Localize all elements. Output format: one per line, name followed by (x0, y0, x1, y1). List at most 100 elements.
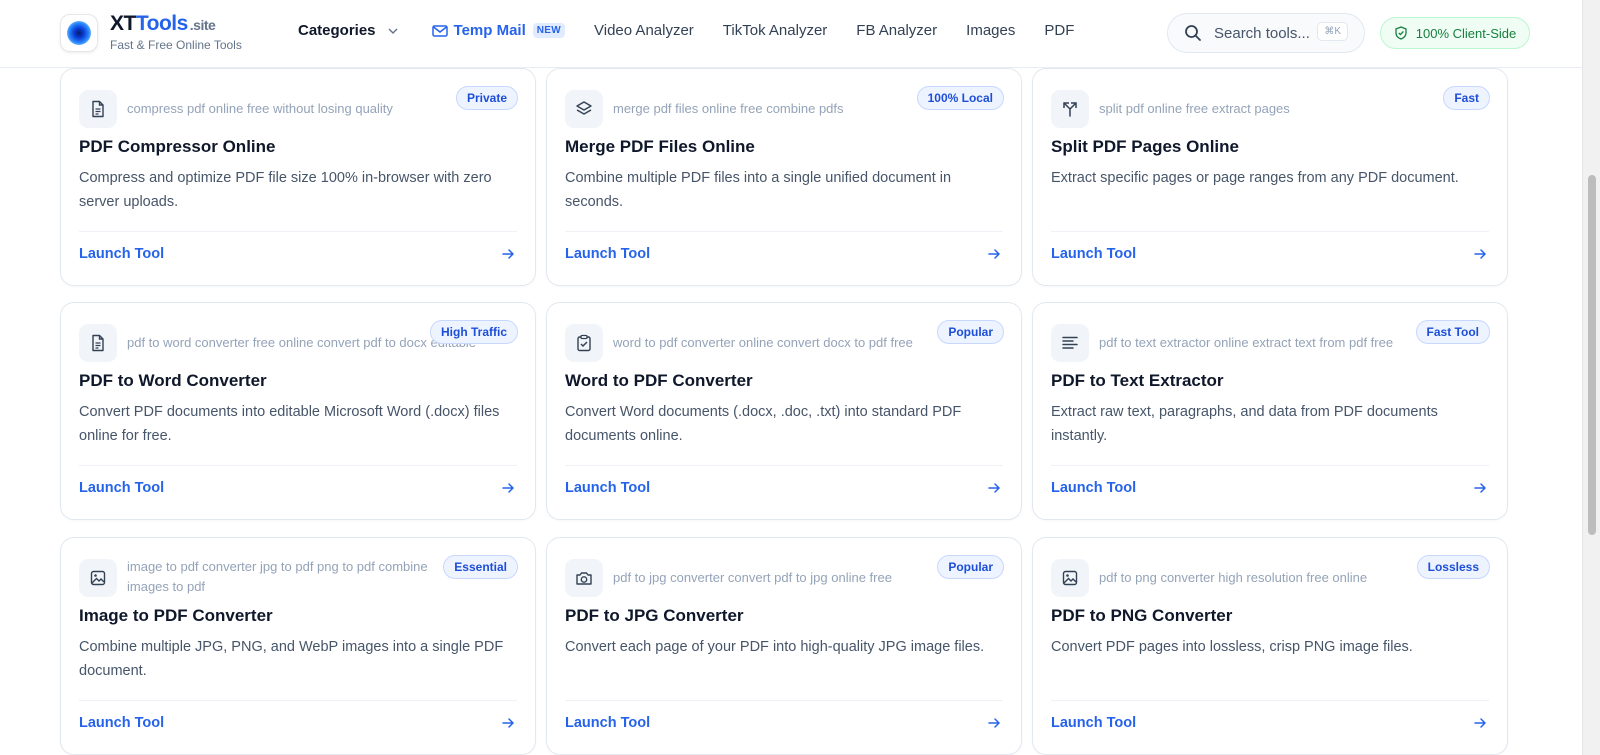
tool-card[interactable]: pdf to word converter free online conver… (60, 302, 536, 520)
nav-fb-analyzer[interactable]: FB Analyzer (856, 22, 937, 39)
card-title: Word to PDF Converter (565, 371, 753, 390)
card-title: Image to PDF Converter (79, 606, 273, 625)
chevron-down-icon (388, 28, 398, 34)
nav-temp-mail-label: Temp Mail (453, 22, 526, 39)
document-icon (79, 324, 117, 362)
arrow-right-icon[interactable] (987, 716, 1001, 730)
arrow-right-icon[interactable] (501, 481, 515, 495)
tool-card[interactable]: word to pdf converter online convert doc… (546, 302, 1022, 520)
arrow-right-icon[interactable] (1473, 247, 1487, 261)
launch-tool-link[interactable]: Launch Tool (79, 480, 164, 496)
card-title: PDF to Word Converter (79, 371, 267, 390)
card-divider (1051, 465, 1489, 466)
arrow-right-icon[interactable] (501, 716, 515, 730)
nav-images[interactable]: Images (966, 22, 1015, 39)
card-badge: Private (455, 86, 518, 110)
card-divider (1051, 700, 1489, 701)
card-description: Combine multiple PDF files into a single… (565, 170, 952, 210)
text-align-icon (1051, 324, 1089, 362)
card-keywords: pdf to jpg converter convert pdf to jpg … (613, 570, 892, 585)
brand-tagline: Fast & Free Online Tools (110, 38, 242, 52)
launch-tool-link[interactable]: Launch Tool (565, 480, 650, 496)
scrollbar[interactable] (1582, 0, 1600, 755)
client-side-label: 100% Client-Side (1415, 25, 1517, 41)
arrow-right-icon[interactable] (1473, 716, 1487, 730)
card-divider (565, 700, 1003, 701)
layers-icon (565, 90, 603, 128)
tool-card[interactable]: pdf to text extractor online extract tex… (1032, 302, 1508, 520)
launch-tool-link[interactable]: Launch Tool (565, 715, 650, 731)
card-badge: Popular (937, 555, 1004, 579)
launch-tool-link[interactable]: Launch Tool (79, 246, 164, 262)
camera-icon (565, 559, 603, 597)
card-badge: High Traffic (429, 320, 518, 344)
site-logo[interactable]: XTTools .site Fast & Free Online Tools (60, 13, 242, 52)
tool-card[interactable]: compress pdf online free without losing … (60, 68, 536, 286)
card-title: PDF to Text Extractor (1051, 371, 1224, 390)
launch-tool-link[interactable]: Launch Tool (1051, 480, 1136, 496)
card-description: Combine multiple JPG, PNG, and WebP imag… (79, 639, 504, 679)
card-description: Convert Word documents (.docx, .doc, .tx… (565, 404, 962, 444)
card-badge: Essential (443, 555, 518, 579)
launch-tool-link[interactable]: Launch Tool (1051, 715, 1136, 731)
logo-title: XTTools .site (110, 13, 242, 36)
shield-check-icon (1395, 26, 1407, 40)
image-icon (1051, 559, 1089, 597)
nav-categories-label: Categories (298, 22, 376, 39)
nav-tiktok-analyzer[interactable]: TikTok Analyzer (723, 22, 827, 39)
card-title: PDF to PNG Converter (1051, 606, 1233, 625)
clipboard-check-icon (565, 324, 603, 362)
tool-card[interactable]: merge pdf files online free combine pdfs… (546, 68, 1022, 286)
arrow-right-icon[interactable] (987, 481, 1001, 495)
card-title: Merge PDF Files Online (565, 137, 755, 156)
brand-tld: .site (189, 17, 216, 33)
launch-tool-link[interactable]: Launch Tool (1051, 246, 1136, 262)
card-description: Extract specific pages or page ranges fr… (1051, 170, 1459, 186)
nav-temp-mail[interactable]: Temp Mail NEW (431, 22, 565, 39)
card-title: Split PDF Pages Online (1051, 137, 1239, 156)
nav-video-analyzer[interactable]: Video Analyzer (594, 22, 694, 39)
launch-tool-link[interactable]: Launch Tool (565, 246, 650, 262)
brand-name-xt: XT (110, 12, 136, 35)
card-badge: 100% Local (916, 86, 1004, 110)
search-placeholder: Search tools... (1214, 24, 1310, 42)
arrow-right-icon[interactable] (501, 247, 515, 261)
card-keywords: split pdf online free extract pages (1099, 101, 1290, 116)
card-divider (79, 465, 517, 466)
card-divider (79, 231, 517, 232)
card-divider (79, 700, 517, 701)
card-description: Convert PDF pages into lossless, crisp P… (1051, 639, 1413, 655)
card-divider (565, 465, 1003, 466)
search-shortcut-hint: ⌘K (1317, 22, 1348, 41)
brand-name-tools: Tools (135, 12, 188, 35)
search-input[interactable]: Search tools... ⌘K (1167, 13, 1365, 53)
card-keywords: compress pdf online free without losing … (127, 101, 393, 116)
arrow-right-icon[interactable] (1473, 481, 1487, 495)
card-description: Extract raw text, paragraphs, and data f… (1051, 404, 1438, 444)
card-keywords: word to pdf converter online convert doc… (613, 335, 913, 350)
launch-tool-link[interactable]: Launch Tool (79, 715, 164, 731)
tool-card[interactable]: pdf to png converter high resolution fre… (1032, 537, 1508, 755)
new-badge: NEW (532, 23, 565, 38)
card-divider (1051, 231, 1489, 232)
tool-card[interactable]: image to pdf converter jpg to pdf png to… (60, 537, 536, 755)
card-badge: Popular (937, 320, 1004, 344)
logo-orb-icon (60, 13, 98, 52)
arrow-right-icon[interactable] (987, 247, 1001, 261)
card-keywords: image to pdf converter jpg to pdf png to… (127, 559, 428, 594)
search-icon (1185, 25, 1201, 41)
split-icon (1051, 90, 1089, 128)
tool-card[interactable]: pdf to jpg converter convert pdf to jpg … (546, 537, 1022, 755)
client-side-badge: 100% Client-Side (1380, 17, 1530, 49)
scrollbar-thumb[interactable] (1588, 175, 1596, 535)
card-title: PDF to JPG Converter (565, 606, 744, 625)
nav-categories-dropdown[interactable]: Categories (298, 22, 398, 39)
site-header: XTTools .site Fast & Free Online Tools Ca… (0, 0, 1582, 68)
tool-card[interactable]: split pdf online free extract pages Fast S… (1032, 68, 1508, 286)
card-description: Compress and optimize PDF file size 100%… (79, 170, 492, 210)
mail-icon (431, 24, 448, 37)
nav-pdf[interactable]: PDF (1044, 22, 1074, 39)
image-icon (79, 559, 117, 597)
card-badge: Lossless (1416, 555, 1490, 579)
card-description: Convert each page of your PDF into high-… (565, 639, 985, 655)
